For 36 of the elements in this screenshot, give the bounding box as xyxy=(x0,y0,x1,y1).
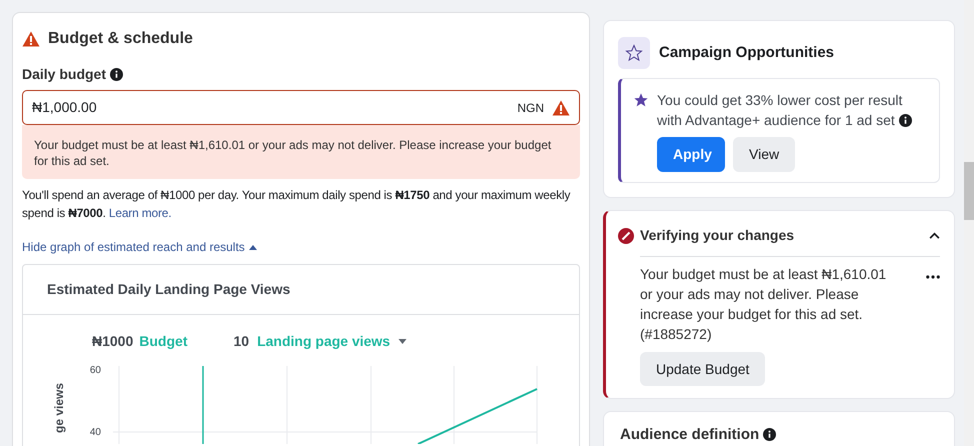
blocked-icon xyxy=(618,228,634,244)
currency-label: NGN xyxy=(517,100,544,116)
info-icon[interactable] xyxy=(898,114,912,127)
error-code: (#1885272) xyxy=(640,325,713,344)
result-value: 10 xyxy=(233,332,250,351)
graph-toggle-link[interactable]: Hide graph of estimated reach and results xyxy=(22,238,257,256)
budget-label: Budget xyxy=(139,332,188,351)
budget-input-field[interactable]: ₦1,000.00 NGN xyxy=(22,90,580,125)
spend-note: You'll spend an average of ₦1000 per day. Your maximum daily spend is ₦1750 and your maximum weekly spend is ₦7000. Learn more. xyxy=(22,187,572,222)
more-options-icon[interactable] xyxy=(926,275,940,279)
y-tick-label: 40 xyxy=(90,427,101,438)
star-outline-icon xyxy=(618,37,650,69)
view-button[interactable]: View xyxy=(733,137,795,172)
y-tick-label: 60 xyxy=(90,365,101,376)
warning-icon xyxy=(22,31,40,47)
opportunity-message: You could get 33% lower cost per result with Advantage+ audience for 1 ad set xyxy=(657,92,902,128)
verification-message: Your budget must be at least ₦1,610.01 or your ads may not deliver. Please increase your budget for this ad set. xyxy=(640,265,888,324)
info-icon[interactable] xyxy=(110,68,124,81)
info-icon[interactable] xyxy=(763,428,776,441)
card-title: Campaign Opportunities xyxy=(659,42,834,63)
budget-value: ₦1000 xyxy=(92,332,134,351)
card-title: Verifying your changes xyxy=(640,226,796,245)
field-label: Daily budget xyxy=(22,65,106,84)
update-budget-button[interactable]: Update Budget xyxy=(640,352,766,386)
scrollbar[interactable] xyxy=(964,0,974,446)
chevron-up-icon[interactable] xyxy=(929,232,940,239)
learn-more-link[interactable]: Learn more. xyxy=(108,206,172,220)
apply-button[interactable]: Apply xyxy=(657,137,725,172)
star-icon xyxy=(633,92,649,108)
chart-title: Estimated Daily Landing Page Views xyxy=(47,280,290,299)
warning-icon xyxy=(552,100,570,116)
error-message: Your budget must be at least ₦1,610.01 or your ads may not deliver. Please increase your budget for this ad set. xyxy=(22,125,580,179)
y-axis-label: ge views xyxy=(52,382,66,434)
section-title: Budget & schedule xyxy=(48,29,193,49)
caret-down-icon xyxy=(398,339,408,344)
card-title: Audience definition xyxy=(620,425,760,445)
